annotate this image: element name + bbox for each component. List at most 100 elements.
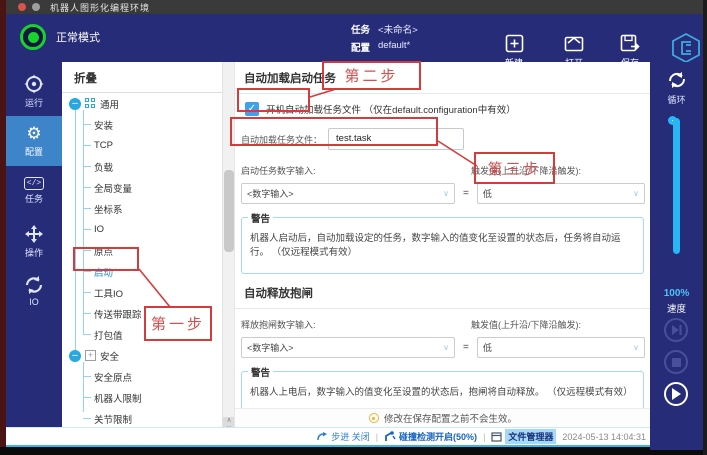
step-status[interactable]: 步进 关闭	[317, 430, 370, 443]
open-file-icon	[564, 34, 584, 53]
section-title-brake: 自动释放抱闸	[235, 274, 650, 308]
tree-item-payload[interactable]: 负载	[83, 156, 113, 177]
tree-item-general[interactable]: – 通用	[69, 93, 119, 114]
slider-knob[interactable]	[668, 116, 677, 125]
stop-button[interactable]	[664, 350, 688, 374]
warning-box-2: 警告 机器人上电后，数字输入的值变化至设置的状态后，抱闸将自动释放。 （仅远程模…	[241, 371, 644, 413]
left-sidebar: 运行 ⚙ 配置 </> 任务 操作 IO 1FD0	[6, 62, 62, 447]
loop-control[interactable]: 循环	[650, 70, 703, 106]
tree-item-packing[interactable]: 打包值	[83, 324, 123, 345]
task-file-input[interactable]: test.task	[328, 128, 464, 150]
autoload-checkbox-row: ✓ 开机自动加载任务文件 （仅在default.configuration中有效…	[235, 94, 650, 116]
tree-item-label: 关节限制	[94, 412, 132, 426]
tree-item-label: 启动	[94, 265, 113, 279]
play-icon	[671, 388, 681, 400]
file-manager-button[interactable]: 文件管理器	[491, 429, 556, 444]
sidebar-item-label: IO	[29, 297, 39, 307]
tree-item-io[interactable]: IO	[83, 219, 104, 240]
brake-input-select[interactable]: <数字输入> ∨	[241, 337, 455, 358]
step-status-label: 步进 关闭	[331, 430, 370, 443]
tree-item-robot-limits[interactable]: 机器人限制	[83, 387, 142, 408]
digital-input-value: <数字输入>	[247, 187, 294, 200]
collision-status[interactable]: 碰撞检测开启(50%)	[384, 430, 477, 443]
chevron-down-icon: ∨	[633, 343, 639, 352]
speed-label: 速度	[650, 301, 703, 315]
equals-sign: =	[463, 342, 469, 353]
step-forward-button[interactable]	[664, 318, 688, 342]
selects-row: <数字输入> ∨ = 低 ∨	[235, 177, 650, 204]
collapse-minus-icon[interactable]: –	[69, 98, 81, 110]
sidebar-item-config[interactable]: ⚙ 配置	[6, 116, 62, 166]
tree-item-label: 通用	[100, 97, 119, 111]
play-button[interactable]	[664, 382, 688, 406]
brake-input-label: 释放抱闸数字输入:	[241, 318, 471, 331]
autoload-checkbox[interactable]: ✓	[245, 102, 259, 116]
operate-move-icon	[24, 224, 44, 244]
tree-item-tcp[interactable]: TCP	[83, 135, 113, 156]
tree-item-label: 工具IO	[94, 286, 123, 300]
tree-item-tool-io[interactable]: 工具IO	[83, 282, 123, 303]
autoload-checkbox-label: 开机自动加载任务文件 （仅在default.configuration中有效）	[266, 102, 516, 116]
sidebar-item-label: 配置	[25, 145, 43, 158]
labels-row: 启动任务数字输入: 触发值(上升沿/下降沿触发):	[235, 150, 650, 177]
trigger-label: 触发值(上升沿/下降沿触发):	[471, 164, 581, 177]
tree-scrollbar[interactable]: ∧ ∨	[222, 62, 234, 447]
timestamp: 2024-05-13 14:04:31	[562, 432, 646, 442]
tree-item-global-variables[interactable]: 全局变量	[83, 177, 132, 198]
task-info: 任务 <未命名>	[351, 22, 418, 36]
save-icon	[620, 34, 640, 53]
task-file-label: 自动加载任务文件：	[241, 133, 322, 146]
close-button[interactable]	[18, 3, 26, 11]
brake-trigger-value: 低	[483, 341, 492, 354]
sidebar-item-run[interactable]: 运行	[6, 66, 62, 116]
tree-item-home[interactable]: 原点	[83, 240, 113, 261]
brake-trigger-select[interactable]: 低 ∨	[477, 337, 645, 358]
labels-row: 释放抱闸数字输入: 触发值(上升沿/下降沿触发):	[235, 309, 650, 331]
warning-box-1: 警告 机器人启动后，自动加载设定的任务，数字输入的值变化至设置的状态后，任务将自…	[241, 217, 644, 274]
task-value: <未命名>	[378, 22, 418, 36]
sidebar-item-task[interactable]: </> 任务	[6, 166, 62, 216]
speed-slider[interactable]	[673, 118, 680, 254]
sidebar-item-operate[interactable]: 操作	[6, 216, 62, 266]
notice-bar: 修改在保存配置之前不会生效。	[235, 408, 651, 427]
right-toolbar: 循环 100% 速度	[650, 62, 703, 450]
scroll-up-icon[interactable]: ∧	[226, 417, 231, 425]
config-gear-icon: ⚙	[26, 125, 41, 143]
warning-title: 警告	[248, 365, 273, 379]
tree-item-startup[interactable]: 启动	[83, 261, 113, 282]
section-title-autoload: 自动加载启动任务	[235, 62, 650, 93]
tree-item-safety[interactable]: – + 安全	[69, 345, 119, 366]
tree-item-coordinate-system[interactable]: 坐标系	[83, 198, 123, 219]
task-file-row: 自动加载任务文件： test.task	[235, 116, 650, 150]
task-code-icon: </>	[24, 177, 44, 190]
minimize-button[interactable]	[32, 3, 40, 11]
tree-item-install[interactable]: 安装	[83, 114, 113, 135]
digital-input-label: 启动任务数字输入:	[241, 164, 471, 177]
brake-input-value: <数字输入>	[247, 341, 294, 354]
config-value: default*	[378, 40, 410, 54]
tree-item-label: 全局变量	[94, 181, 132, 195]
tree-item-safety-home[interactable]: 安全原点	[83, 366, 132, 387]
collapse-minus-icon[interactable]: –	[69, 350, 81, 362]
app-logo-icon	[669, 32, 703, 64]
tree-item-label: 机器人限制	[94, 391, 142, 405]
tree-item-label: 原点	[94, 244, 113, 258]
scrollbar-thumb[interactable]	[224, 170, 234, 252]
window-title: 机器人图形化编程环境	[50, 1, 150, 14]
io-cycle-icon	[24, 275, 44, 295]
tree-item-label: IO	[94, 224, 104, 235]
tree-header[interactable]: 折叠	[62, 62, 222, 93]
tree-item-label: TCP	[94, 140, 113, 151]
window-titlebar: 机器人图形化编程环境	[6, 0, 703, 14]
digital-input-select[interactable]: <数字输入> ∨	[241, 183, 455, 204]
warning-text: 机器人启动后，自动加载设定的任务，数字输入的值变化至设置的状态后，任务将自动运行…	[250, 232, 635, 261]
run-icon	[24, 74, 44, 94]
tree-item-conveyor-tracking[interactable]: 传送带跟踪	[83, 303, 142, 324]
trigger-value-select[interactable]: 低 ∨	[477, 183, 645, 204]
tree-item-label: 安全原点	[94, 370, 132, 384]
tree-item-joint-limits[interactable]: 关节限制	[83, 408, 132, 429]
sidebar-item-io[interactable]: IO	[6, 266, 62, 316]
separator: |	[483, 432, 485, 442]
collision-status-label: 碰撞检测开启(50%)	[399, 430, 477, 443]
speed-value: 100%	[650, 288, 703, 299]
